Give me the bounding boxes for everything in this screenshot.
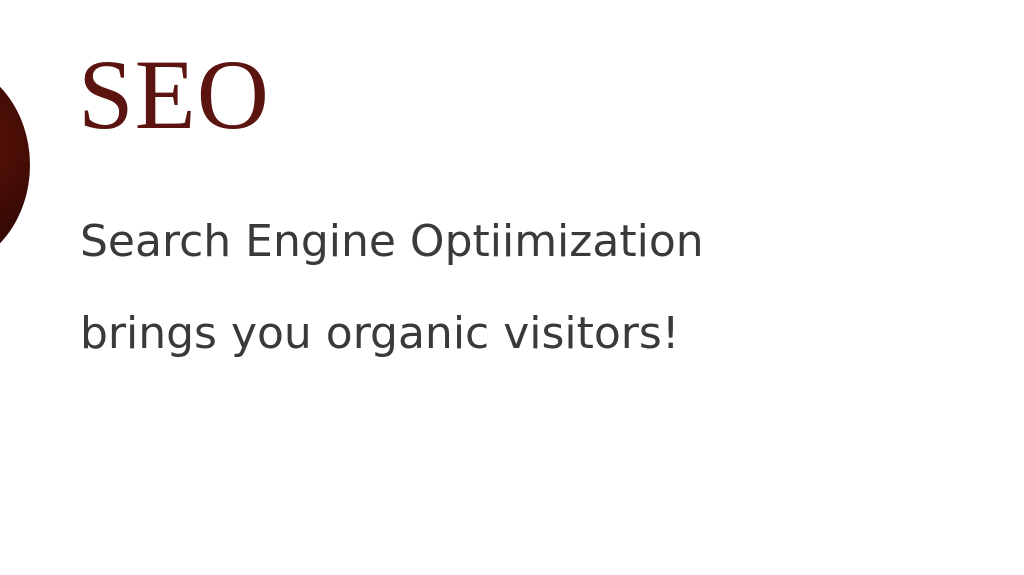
service-description-line-2: brings you organic visitors! bbox=[80, 308, 680, 359]
service-title: SEO bbox=[78, 39, 270, 150]
service-description-line-1: Search Engine Optiimization bbox=[80, 216, 704, 267]
service-card: SEO Search Engine Optiimization brings y… bbox=[0, 0, 1024, 575]
circle-icon bbox=[0, 60, 30, 270]
